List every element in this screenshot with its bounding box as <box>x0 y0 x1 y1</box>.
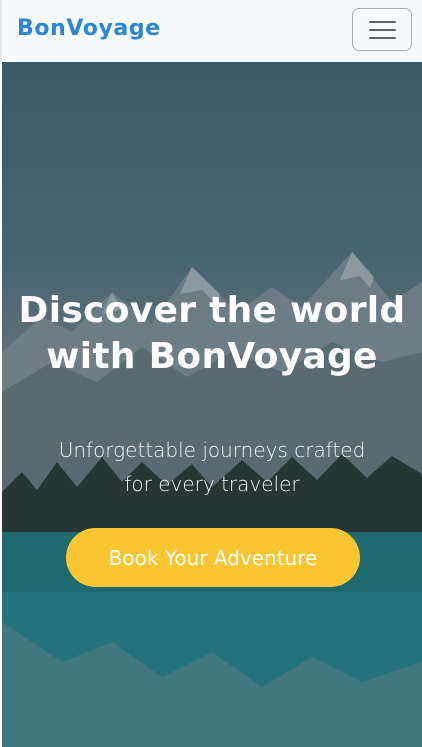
navbar: BonVoyage <box>0 0 422 62</box>
book-adventure-button[interactable]: Book Your Adventure <box>66 528 360 587</box>
navbar-toggler-button[interactable] <box>352 8 412 51</box>
hero-section: Discover the world with BonVoyage Unforg… <box>2 62 422 747</box>
hero-title: Discover the world with BonVoyage <box>18 290 406 377</box>
hero-overlay <box>2 62 422 747</box>
hero-subtitle: Unforgettable journeys crafted for every… <box>58 438 366 496</box>
brand-logo-link[interactable]: BonVoyage <box>17 16 161 41</box>
